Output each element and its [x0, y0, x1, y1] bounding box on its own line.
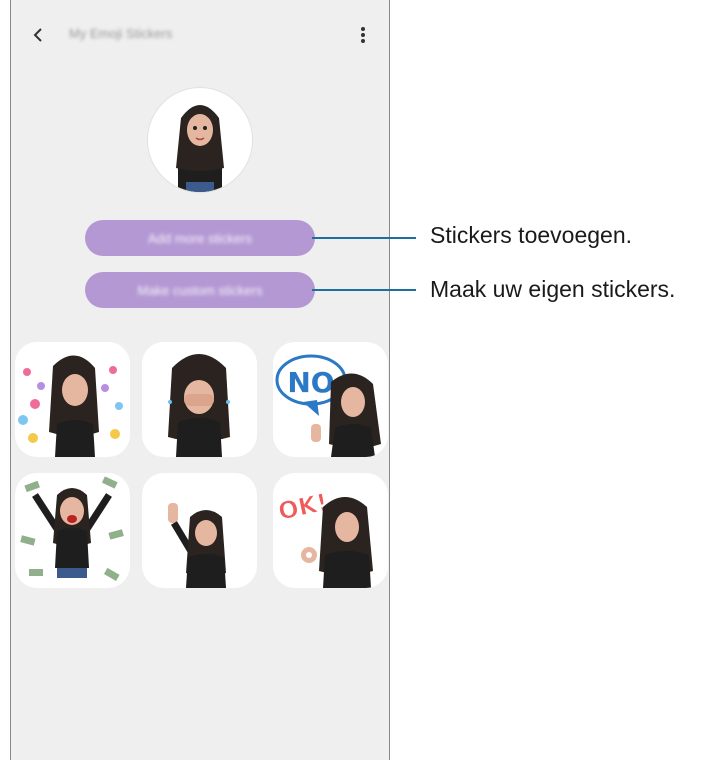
top-app-bar: My Emoji Stickers	[11, 0, 389, 70]
phone-screen: My Emoji Stickers Add more stickers Make…	[10, 0, 390, 760]
sticker-ok-text: OK!	[276, 488, 331, 526]
callout-add-stickers: Stickers toevoegen.	[430, 222, 633, 248]
sticker-ok-image: OK!	[275, 488, 373, 588]
sticker-hearts-image	[18, 355, 123, 457]
back-button[interactable]	[25, 22, 51, 48]
make-custom-stickers-label: Make custom stickers	[137, 282, 263, 298]
profile-avatar[interactable]	[148, 88, 252, 192]
page-title: My Emoji Stickers	[69, 26, 173, 41]
sticker-no-image: NO	[275, 354, 381, 457]
sticker-money[interactable]	[15, 473, 130, 588]
add-more-stickers-label: Add more stickers	[147, 230, 253, 246]
sticker-grid: NO OK!	[11, 340, 389, 590]
make-custom-stickers-button[interactable]: Make custom stickers	[85, 272, 315, 308]
sticker-shy[interactable]	[142, 342, 257, 457]
add-more-stickers-button[interactable]: Add more stickers	[85, 220, 315, 256]
sticker-no-text: NO	[287, 366, 334, 399]
more-vertical-icon	[361, 27, 365, 43]
sticker-ok[interactable]: OK!	[273, 473, 388, 588]
sticker-wave-image	[168, 503, 226, 588]
sticker-hearts[interactable]	[15, 342, 130, 457]
more-options-button[interactable]	[351, 22, 375, 48]
sticker-wave[interactable]	[142, 473, 257, 588]
chevron-left-icon	[33, 28, 42, 42]
callout-make-own: Maak uw eigen stickers.	[430, 276, 676, 302]
sticker-shy-image	[168, 354, 230, 457]
sticker-money-image	[20, 476, 124, 581]
avatar-figure	[176, 105, 224, 192]
sticker-no[interactable]: NO	[273, 342, 388, 457]
